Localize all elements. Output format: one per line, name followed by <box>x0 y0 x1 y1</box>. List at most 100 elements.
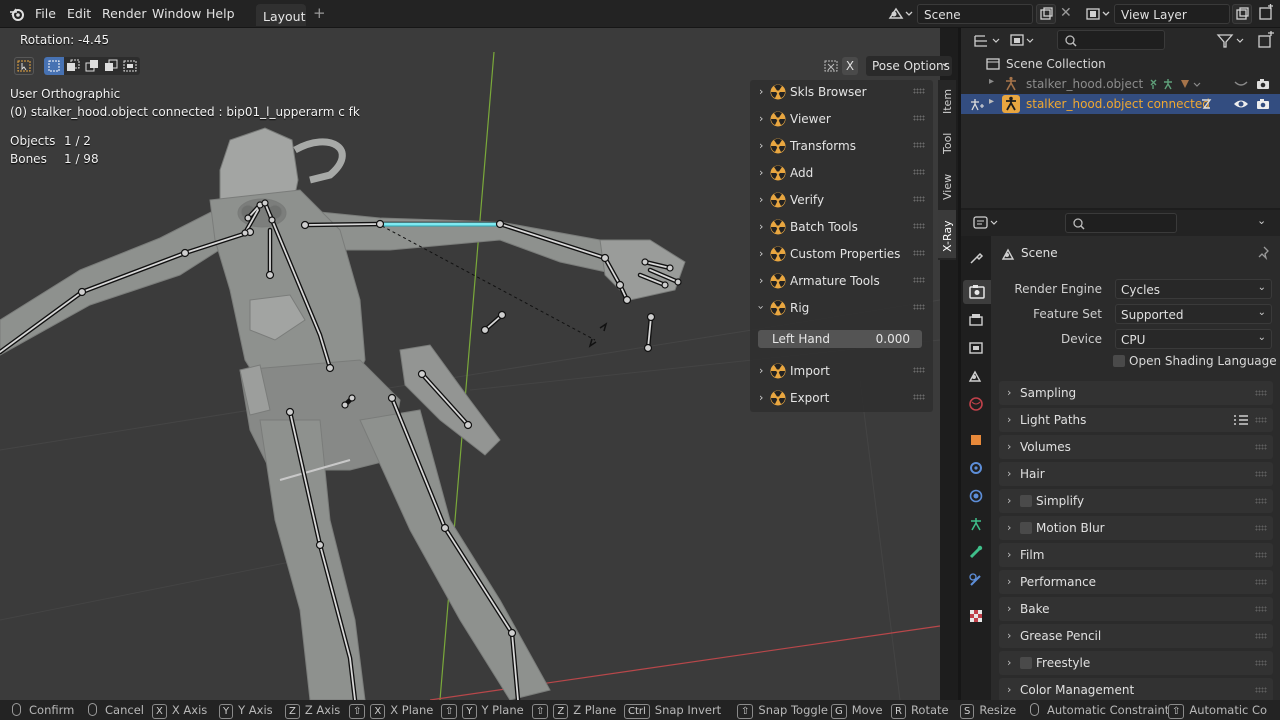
pose-options-dropdown[interactable]: Pose Options ⌄ <box>866 56 952 76</box>
status-z-plane: ⇧ Z Z Plane <box>532 703 616 719</box>
menu-edit[interactable]: Edit <box>67 6 91 21</box>
select-extend-icon[interactable] <box>64 57 83 75</box>
drag-grip-icon[interactable] <box>913 367 925 373</box>
scene-tab-icon[interactable] <box>968 368 984 384</box>
view-layer-field[interactable]: View Layer <box>1114 4 1230 24</box>
bone-constraint-tab-icon[interactable] <box>968 572 984 588</box>
scene-name-field[interactable]: Scene <box>917 4 1033 24</box>
feature-set-dropdown[interactable]: Supported ⌄ <box>1115 304 1272 324</box>
drag-grip-icon[interactable] <box>913 223 925 229</box>
panel-custom-properties[interactable]: › Custom Properties <box>750 242 933 266</box>
panel-verify[interactable]: › Verify <box>750 188 933 212</box>
panel-viewer[interactable]: › Viewer <box>750 107 933 131</box>
remove-view-layer-icon[interactable] <box>1257 4 1275 22</box>
menu-help[interactable]: Help <box>206 6 235 21</box>
rotate-cursor-icon <box>588 322 608 348</box>
pin-icon[interactable] <box>1257 245 1271 261</box>
radiation-icon <box>770 363 786 379</box>
view-layer-icon[interactable] <box>1084 5 1114 23</box>
camera-render-icon[interactable] <box>1255 97 1271 111</box>
mirror-x-toggle[interactable]: X <box>842 57 858 75</box>
select-difference-icon[interactable] <box>102 57 121 75</box>
panel-armature-tools[interactable]: › Armature Tools <box>750 269 933 293</box>
eye-icon[interactable] <box>1233 97 1249 111</box>
menu-render[interactable]: Render <box>102 6 147 21</box>
bone-tab-icon[interactable] <box>968 544 984 560</box>
device-dropdown[interactable]: CPU ⌄ <box>1115 329 1272 349</box>
display-mode-icon[interactable] <box>1007 31 1039 51</box>
scene-selector-icon[interactable] <box>886 5 916 23</box>
panel-export[interactable]: › Export <box>750 386 933 410</box>
left-hand-slider[interactable]: Left Hand 0.000 <box>758 330 922 348</box>
mouse-middle-icon <box>1030 703 1039 716</box>
tool-tab-icon[interactable] <box>968 250 984 266</box>
panel-import[interactable]: › Import <box>750 359 933 383</box>
close-scene-icon[interactable]: ✕ <box>1060 5 1072 21</box>
filter-icon[interactable] <box>1215 31 1249 51</box>
outliner-row-object[interactable]: ▸ stalker_hood.object <box>961 75 1280 93</box>
view-name-label: User Orthographic <box>10 87 121 101</box>
select-intersect-icon[interactable] <box>121 57 140 75</box>
hide-in-viewport-icon[interactable] <box>1233 78 1249 90</box>
new-collection-icon[interactable] <box>1256 30 1276 51</box>
chevron-right-icon: › <box>759 274 764 287</box>
left-hand-label: Left Hand <box>772 332 830 346</box>
radiation-icon <box>770 390 786 406</box>
tab-tool[interactable]: Tool <box>938 124 956 162</box>
drag-grip-icon[interactable] <box>913 88 925 94</box>
properties-editor-type-icon[interactable] <box>971 213 1003 233</box>
drag-grip-icon[interactable] <box>913 277 925 283</box>
blender-logo-icon[interactable] <box>9 6 25 22</box>
add-workspace-button[interactable]: + <box>313 4 326 22</box>
expand-arrow-icon[interactable]: ▸ <box>989 96 994 107</box>
outliner-row-object-connected[interactable]: ▸ stalker_hood.object connected <box>961 94 1280 114</box>
xray-toggle-icon[interactable] <box>822 58 840 74</box>
chevron-down-icon[interactable]: ⌄ <box>1257 214 1266 227</box>
panel-batch-tools[interactable]: › Batch Tools <box>750 215 933 239</box>
drag-grip-icon[interactable] <box>913 142 925 148</box>
object-data-tab-icon[interactable] <box>968 516 984 532</box>
new-view-layer-icon[interactable] <box>1232 4 1252 24</box>
outliner-search-input[interactable] <box>1057 30 1165 50</box>
panel-skls-browser[interactable]: › Skls Browser <box>750 80 933 104</box>
view-layer-tab-icon[interactable] <box>968 340 984 356</box>
tab-x-ray[interactable]: X-Ray <box>938 210 956 258</box>
modifiers-tab-icon[interactable] <box>968 460 984 476</box>
select-new-icon[interactable] <box>44 57 64 75</box>
render-engine-dropdown[interactable]: Cycles ⌄ <box>1115 279 1272 299</box>
panel-add[interactable]: › Add <box>750 161 933 185</box>
status-x-plane: ⇧ X X Plane <box>349 703 433 719</box>
new-scene-icon[interactable] <box>1036 4 1056 24</box>
select-subtract-icon[interactable] <box>83 57 102 75</box>
tab-item[interactable]: Item <box>938 80 956 120</box>
drag-grip-icon[interactable] <box>913 394 925 400</box>
object-tab-icon[interactable] <box>968 432 984 448</box>
outliner-editor-type-icon[interactable] <box>971 31 1003 51</box>
drag-grip-icon[interactable] <box>913 169 925 175</box>
tool-select-icon[interactable] <box>14 57 34 75</box>
chevron-right-icon: › <box>759 391 764 404</box>
drag-grip-icon[interactable] <box>913 196 925 202</box>
drag-grip-icon[interactable] <box>913 304 925 310</box>
radiation-icon <box>770 300 786 316</box>
drag-grip-icon[interactable] <box>913 115 925 121</box>
osl-checkbox[interactable] <box>1113 355 1125 367</box>
menu-window[interactable]: Window <box>152 6 201 21</box>
left-hand-value: 0.000 <box>875 332 910 346</box>
menu-file[interactable]: File <box>35 6 56 21</box>
render-engine-value: Cycles <box>1121 283 1161 297</box>
world-tab-icon[interactable] <box>968 396 984 412</box>
render-tab-icon[interactable] <box>963 280 991 304</box>
properties-search-input[interactable] <box>1065 213 1177 233</box>
camera-render-icon[interactable] <box>1255 77 1271 91</box>
panel-transforms[interactable]: › Transforms <box>750 134 933 158</box>
expand-arrow-icon[interactable]: ▸ <box>989 76 994 87</box>
physics-tab-icon[interactable] <box>968 488 984 504</box>
panel-rig[interactable]: › Rig <box>750 296 933 320</box>
output-tab-icon[interactable] <box>968 312 984 328</box>
texture-tab-icon[interactable] <box>968 608 984 624</box>
workspace-tab-layout[interactable]: Layout <box>256 4 306 26</box>
tab-view[interactable]: View <box>938 166 956 206</box>
panel-label: Rig <box>790 301 810 315</box>
drag-grip-icon[interactable] <box>913 250 925 256</box>
